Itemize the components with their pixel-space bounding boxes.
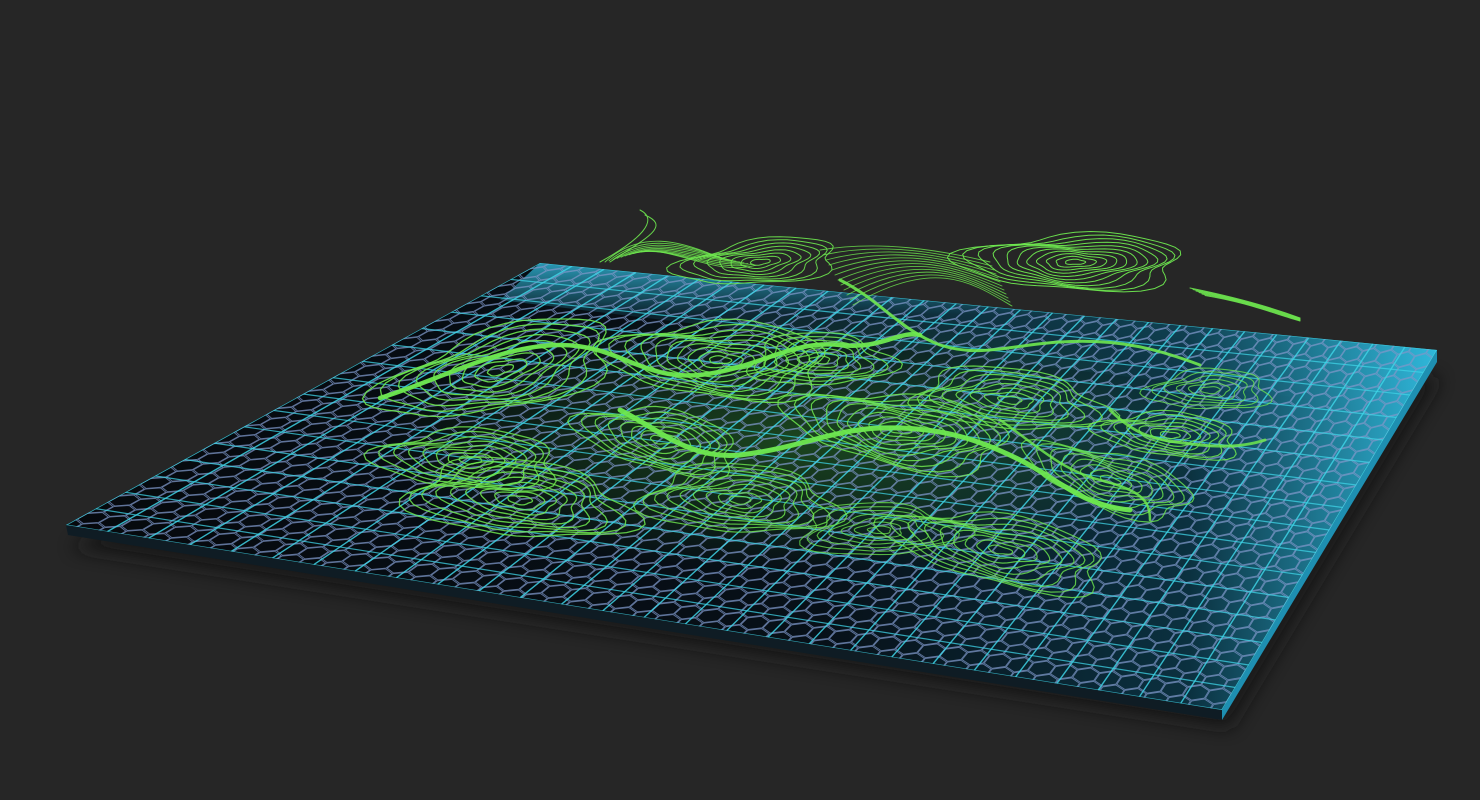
contour-line [1065, 258, 1087, 265]
contour-line [1055, 255, 1097, 268]
contour-line [1045, 253, 1108, 271]
contour-line [977, 238, 1168, 289]
contour-line [1204, 295, 1301, 322]
topographic-mesh-scene [66, 209, 1440, 728]
contour-line [749, 258, 771, 266]
contour-line [692, 242, 820, 280]
